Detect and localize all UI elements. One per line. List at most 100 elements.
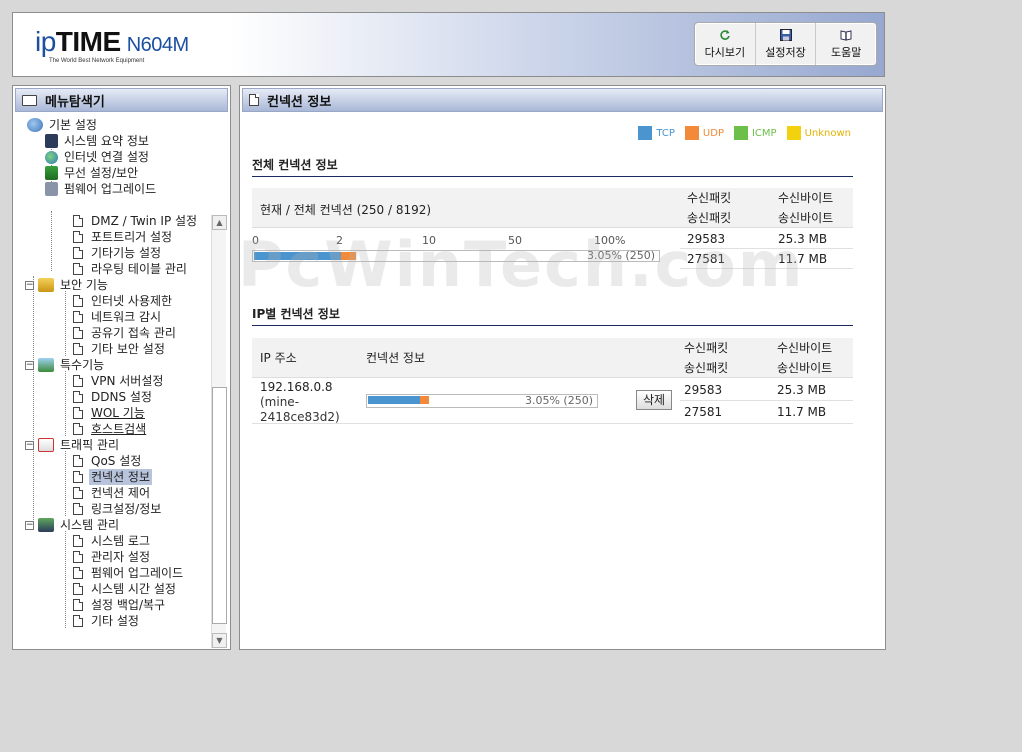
col-ip-rx-packets: 수신패킷	[684, 341, 729, 355]
sidebar-item-port-trigger[interactable]: 포트트리거 설정	[73, 229, 174, 245]
sidebar-item-other-security[interactable]: 기타 보안 설정	[73, 341, 167, 357]
scale-tick-2: 2	[336, 234, 343, 247]
scale-tick-0: 0	[252, 234, 259, 247]
sidebar-item-internet-connection[interactable]: 인터넷 연결 설정	[45, 149, 151, 165]
page-title: 컨넥션 정보	[242, 88, 883, 112]
tree-category-security[interactable]: − 보안 기능	[25, 277, 110, 293]
sidebar-item-connection-info[interactable]: 컨넥션 정보	[73, 469, 153, 485]
sidebar-item-wol[interactable]: WOL 기능	[73, 405, 147, 421]
col-tx-bytes: 송신바이트	[778, 211, 834, 225]
ip-connection-bar: 3.05% (250)	[366, 394, 598, 408]
wireless-antenna-icon	[45, 166, 58, 180]
document-icon	[73, 343, 83, 355]
sidebar-item-vpn-server[interactable]: VPN 서버설정	[73, 373, 165, 389]
basic-settings-icon	[27, 118, 43, 132]
help-button[interactable]: 도움말	[815, 23, 876, 65]
total-tcp-bar	[254, 252, 341, 260]
scroll-thumb[interactable]	[212, 387, 227, 624]
sidebar-item-misc-functions[interactable]: 기타기능 설정	[73, 245, 163, 261]
col-connection-info: 컨넥션 정보	[366, 351, 426, 365]
menu-explorer-panel: 메뉴탐색기 기본 설정 시스템 요약 정보 인터넷 연결 설정 무선 설정/보안	[12, 85, 231, 650]
sidebar-item-dmz[interactable]: DMZ / Twin IP 설정	[73, 213, 199, 229]
ip-tcp-bar	[368, 396, 420, 404]
legend-tcp: TCP	[638, 126, 675, 140]
model-name: N604M	[126, 34, 189, 56]
sidebar-item-link-settings[interactable]: 링크설정/정보	[73, 501, 163, 517]
document-icon	[73, 375, 83, 387]
ip-tx-bytes: 11.7 MB	[777, 405, 827, 419]
sidebar-item-router-access[interactable]: 공유기 접속 관리	[73, 325, 178, 341]
col-tx-packets: 송신패킷	[687, 211, 732, 225]
ip-rx-packets: 29583	[684, 383, 723, 397]
collapse-toggle[interactable]: −	[25, 520, 34, 530]
col-ip-rx-bytes: 수신바이트	[777, 341, 833, 355]
legend-unknown: Unknown	[786, 126, 851, 140]
collapse-toggle[interactable]: −	[25, 440, 34, 450]
scroll-up-button[interactable]: ▲	[212, 215, 227, 230]
document-icon	[73, 535, 83, 547]
hostname-line1: (mine-	[260, 395, 300, 409]
scroll-down-button[interactable]: ▼	[212, 633, 227, 648]
total-tx-bytes: 11.7 MB	[778, 252, 828, 266]
total-tx-packets: 27581	[687, 252, 726, 266]
sidebar-item-firmware-upgrade-basic[interactable]: 펌웨어 업그레이드	[45, 181, 158, 197]
total-connection-bar: 3.05% (250)	[252, 249, 660, 262]
save-settings-button[interactable]: 설정저장	[754, 23, 816, 65]
sidebar-item-system-summary[interactable]: 시스템 요약 정보	[45, 133, 151, 149]
menu-tree: 기본 설정 시스템 요약 정보 인터넷 연결 설정 무선 설정/보안 펌웨어 업…	[25, 116, 215, 646]
protocol-legend: TCP UDP ICMP Unknown	[638, 126, 851, 140]
legend-icmp: ICMP	[733, 126, 777, 140]
scale-tick-50: 50	[508, 234, 522, 247]
per-ip-header	[252, 338, 853, 378]
document-icon	[73, 231, 83, 243]
special-features-icon	[38, 358, 54, 372]
col-rx-bytes: 수신바이트	[778, 191, 834, 205]
security-lock-icon	[38, 278, 54, 292]
sidebar-item-host-search[interactable]: 호스트검색	[73, 421, 148, 437]
refresh-icon	[720, 29, 730, 40]
tree-category-basic[interactable]: 기본 설정	[27, 117, 99, 133]
sidebar-item-other-settings[interactable]: 기타 설정	[73, 613, 141, 629]
sidebar-item-network-monitor[interactable]: 네트워크 감시	[73, 309, 163, 325]
col-ip-address: IP 주소	[260, 351, 297, 365]
document-icon	[73, 247, 83, 259]
collapse-toggle[interactable]: −	[25, 360, 34, 370]
document-icon	[73, 471, 83, 483]
collapse-toggle[interactable]: −	[25, 280, 34, 290]
document-icon	[73, 599, 83, 611]
logo-ip-text: ip	[35, 26, 56, 57]
sidebar-item-wireless-security[interactable]: 무선 설정/보안	[45, 165, 140, 181]
refresh-button[interactable]: 다시보기	[695, 23, 755, 65]
globe-icon	[45, 150, 58, 164]
sidebar-item-system-log[interactable]: 시스템 로그	[73, 533, 152, 549]
menu-explorer-title: 메뉴탐색기	[15, 88, 228, 112]
delete-button[interactable]: 삭제	[636, 390, 672, 410]
document-icon	[73, 567, 83, 579]
document-icon	[73, 295, 83, 307]
sidebar-item-system-time[interactable]: 시스템 시간 설정	[73, 581, 178, 597]
tree-category-traffic[interactable]: − 트래픽 관리	[25, 437, 121, 453]
col-ip-tx-bytes: 송신바이트	[777, 361, 833, 375]
sidebar-item-connection-control[interactable]: 컨넥션 제어	[73, 485, 152, 501]
sidebar-item-firmware-upgrade[interactable]: 펌웨어 업그레이드	[73, 565, 185, 581]
sidebar-item-routing-table[interactable]: 라우팅 테이블 관리	[73, 261, 189, 277]
sidebar-item-ddns[interactable]: DDNS 설정	[73, 389, 154, 405]
tree-category-system[interactable]: − 시스템 관리	[25, 517, 121, 533]
tree-category-special[interactable]: − 특수기능	[25, 357, 106, 373]
document-icon	[73, 327, 83, 339]
traffic-graph-icon	[38, 438, 54, 452]
current-total-connections: 현재 / 전체 컨넥션 (250 / 8192)	[260, 203, 432, 217]
ip-tx-packets: 27581	[684, 405, 723, 419]
document-icon	[73, 215, 83, 227]
col-rx-packets: 수신패킷	[687, 191, 732, 205]
connection-info-panel: 컨넥션 정보 TCP UDP ICMP Unknown 전체 컨넥션 정보 현재…	[239, 85, 886, 650]
sidebar-item-internet-restriction[interactable]: 인터넷 사용제한	[73, 293, 174, 309]
sidebar-item-qos[interactable]: QoS 설정	[73, 453, 143, 469]
document-icon	[73, 615, 83, 627]
sidebar-item-backup-restore[interactable]: 설정 백업/복구	[73, 597, 167, 613]
ip-address: 192.168.0.8	[260, 380, 333, 394]
sidebar-item-admin-settings[interactable]: 관리자 설정	[73, 549, 152, 565]
iptime-logo: ipTIME N604M The World Best Network Equip…	[35, 26, 189, 65]
menu-scrollbar[interactable]: ▲ ▼	[211, 215, 227, 648]
legend-udp: UDP	[684, 126, 724, 140]
